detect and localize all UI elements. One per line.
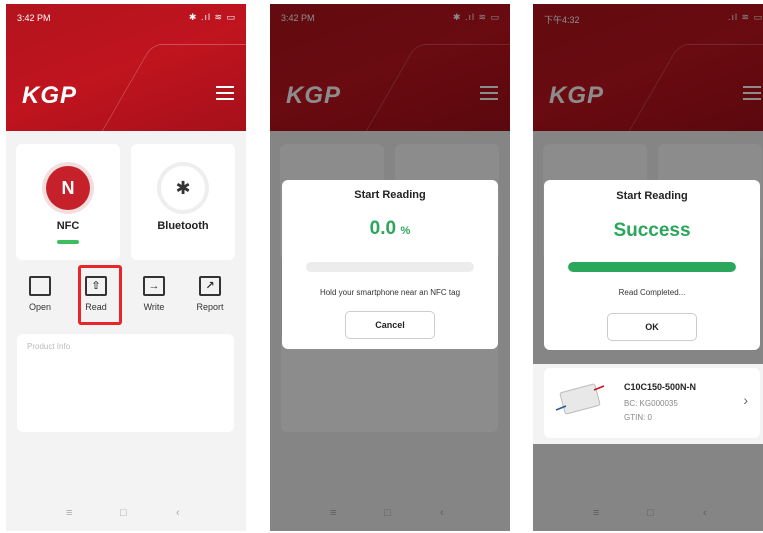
menu-icon[interactable] [216,86,234,102]
percent-sign: % [400,225,411,237]
phone-screen-reading: 3:42 PM ✱ .ıl ≋ ▭ KGP ≡ □ ‹ Start Readin… [270,4,510,531]
cancel-button[interactable]: Cancel [345,311,435,339]
bluetooth-tile[interactable]: ✱ Bluetooth [131,144,235,260]
kgp-logo: KGP [22,82,78,109]
folder-icon [29,276,51,296]
system-nav-bar: ≡ □ ‹ [6,507,246,523]
product-info-panel: Product Info [17,334,234,432]
bluetooth-icon: ✱ [161,166,205,210]
product-bc: BC: KG000035 [624,399,678,408]
product-name: C10C150-500N-N [624,382,697,392]
progress-percent: 0.0 % [282,218,498,240]
product-info-label: Product Info [27,342,71,351]
nfc-tile[interactable]: N NFC [16,144,120,260]
progress-fill [568,262,736,272]
dialog-title: Start Reading [616,190,688,202]
open-button[interactable]: Open [20,276,60,312]
read-highlight-box [78,265,122,325]
phone-screen-home: 3:42 PM ✱ .ıl ≋ ▭ KGP N NFC ✱ Bluetooth … [6,4,246,531]
percent-value: 0.0 [369,218,397,239]
import-icon: → [143,276,165,296]
home-icon[interactable]: □ [120,507,127,519]
status-icons: ✱ .ıl ≋ ▭ [188,12,236,22]
success-text: Success [613,220,691,241]
progress-bar [306,262,474,272]
product-card[interactable]: C10C150-500N-N BC: KG000035 GTIN: 0 › [544,368,760,438]
dialog-hint: Hold your smartphone near an NFC tag [319,288,461,297]
back-icon[interactable]: ‹ [176,507,180,519]
status-time: 3:42 PM [17,13,51,23]
phone-screen-success: 下午4:32 .ıl ≋ ▭ KGP C10C150-500N-N BC: KG… [533,4,763,531]
nfc-icon: N [46,166,90,210]
recent-apps-icon[interactable]: ≡ [66,507,72,519]
chevron-right-icon: › [743,392,748,408]
reading-dialog: Start Reading 0.0 % Hold your smartphone… [282,180,498,349]
product-gtin: GTIN: 0 [624,413,653,422]
write-button[interactable]: → Write [134,276,174,312]
write-label: Write [143,302,165,312]
report-button[interactable]: ↗ Report [190,276,230,312]
progress-bar [568,262,736,272]
dialog-hint: Read Completed... [618,288,686,297]
status-bar: 3:42 PM ✱ .ıl ≋ ▭ [6,4,246,30]
app-header: 3:42 PM ✱ .ıl ≋ ▭ KGP [6,4,246,134]
modal-overlay-lower [533,444,763,531]
chart-icon: ↗ [199,276,221,296]
open-label: Open [28,302,52,312]
report-label: Report [196,302,224,312]
dialog-title: Start Reading [354,189,426,201]
ok-button[interactable]: OK [607,313,697,341]
nfc-active-indicator [57,240,79,244]
success-dialog: Start Reading Success Read Completed... … [544,180,760,350]
nfc-label: NFC [56,220,80,232]
bluetooth-label: Bluetooth [157,220,209,232]
product-image [555,383,605,415]
